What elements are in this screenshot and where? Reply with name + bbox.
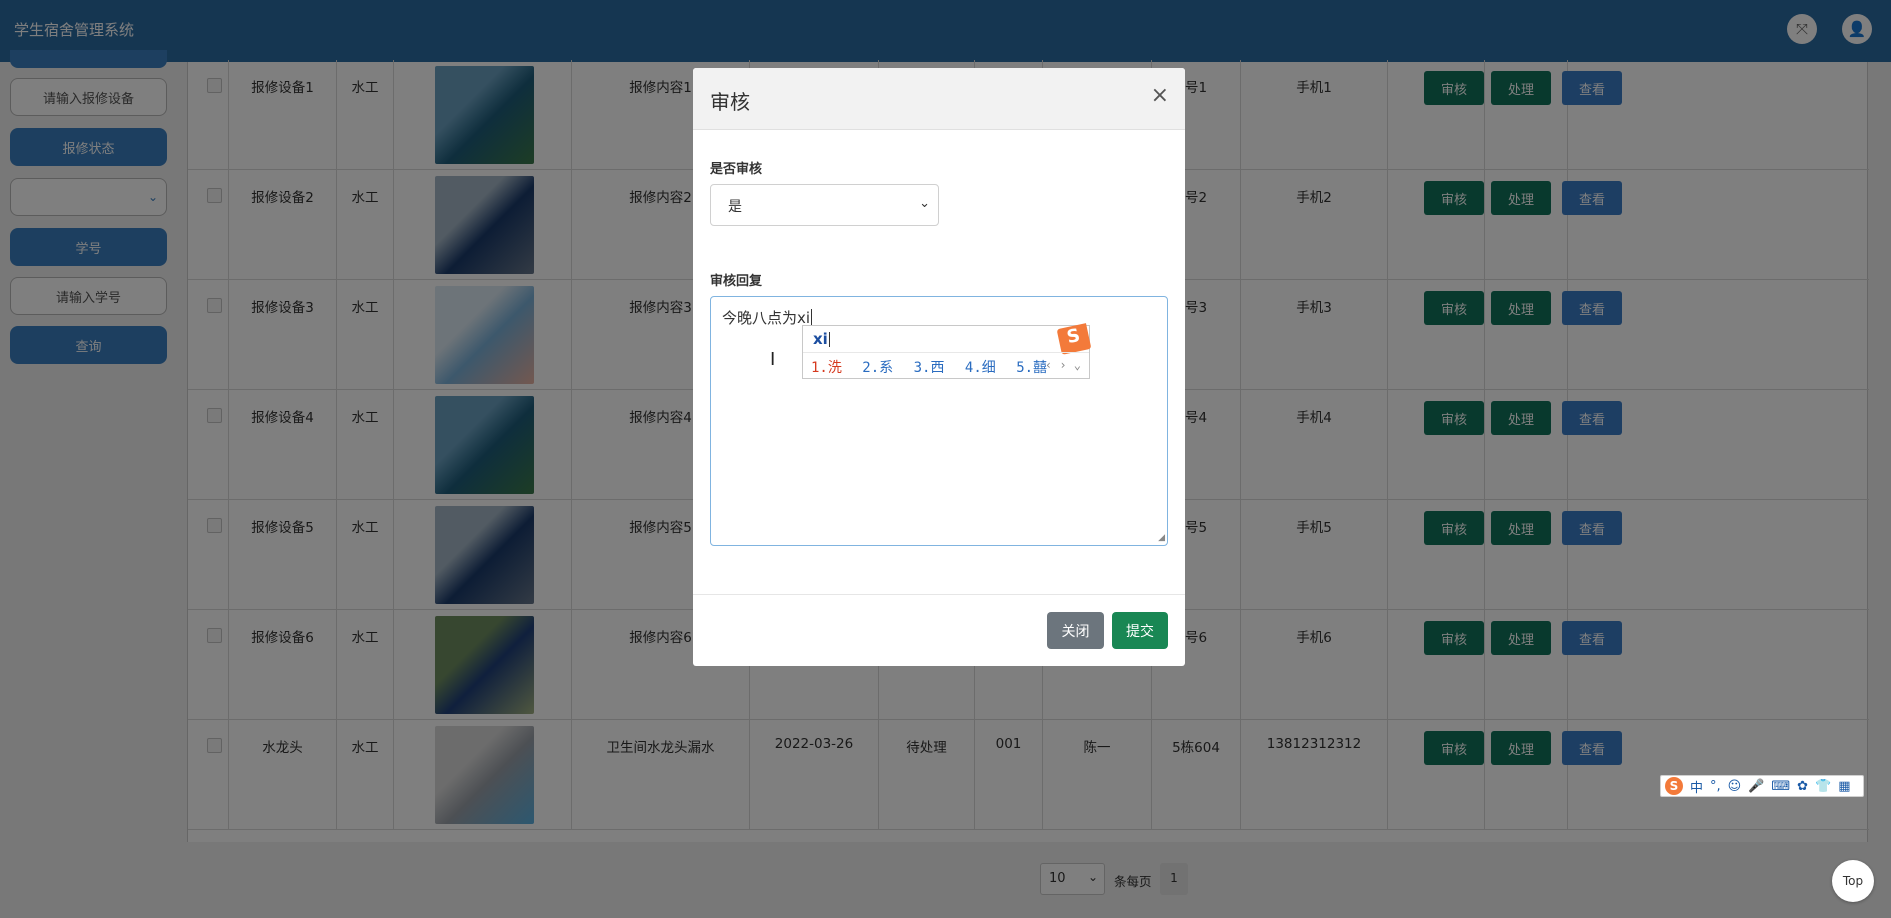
ime-candidate[interactable]: 1.洗: [811, 360, 842, 376]
modal-header: 审核 ×: [693, 68, 1185, 130]
text-cursor-icon: I: [770, 349, 776, 370]
chevron-down-icon: ⌄: [919, 196, 930, 211]
submit-button[interactable]: 提交: [1112, 612, 1168, 649]
review-select[interactable]: 是 ⌄: [710, 184, 939, 226]
close-icon[interactable]: ×: [1151, 83, 1169, 108]
resize-handle-icon[interactable]: ◢: [1158, 533, 1165, 543]
microphone-icon[interactable]: 🎤: [1748, 779, 1764, 794]
reply-label: 审核回复: [710, 274, 763, 289]
ime-candidates: 1.洗 2.系 3.西 4.细 5.囍 ‹ › ⌄: [803, 352, 1089, 379]
grid-menu-icon[interactable]: ▦: [1838, 779, 1850, 794]
review-label: 是否审核: [710, 162, 763, 177]
ime-candidate-popup: xi S 1.洗 2.系 3.西 4.细 5.囍 ‹ › ⌄: [802, 323, 1092, 379]
text-caret: [811, 309, 813, 326]
sogou-logo-icon[interactable]: S: [1665, 777, 1683, 795]
modal-title: 审核: [710, 90, 750, 114]
ime-lang-toggle[interactable]: 中: [1690, 777, 1703, 796]
emoji-icon[interactable]: ☺: [1728, 779, 1742, 794]
shirt-icon[interactable]: 👕: [1815, 779, 1831, 794]
ime-candidate[interactable]: 2.系: [862, 360, 893, 376]
ime-candidate[interactable]: 4.细: [965, 360, 996, 376]
modal-footer: 关闭 提交: [693, 594, 1185, 666]
punctuation-icon[interactable]: °,: [1710, 779, 1721, 794]
ime-candidate[interactable]: 5.囍: [1016, 360, 1047, 376]
ime-toolbar: S 中 °, ☺ 🎤 ⌨ ✿ 👕 ▦: [1660, 775, 1864, 797]
ime-page-arrows-icon[interactable]: ‹ › ⌄: [1045, 358, 1081, 372]
back-to-top-button[interactable]: Top: [1832, 860, 1874, 902]
ime-composition: xi: [813, 330, 830, 348]
close-button[interactable]: 关闭: [1047, 612, 1104, 649]
sogou-logo-icon: S: [1056, 323, 1092, 355]
skin-icon[interactable]: ✿: [1797, 779, 1808, 794]
ime-candidate[interactable]: 3.西: [914, 360, 945, 376]
keyboard-icon[interactable]: ⌨: [1771, 779, 1790, 794]
